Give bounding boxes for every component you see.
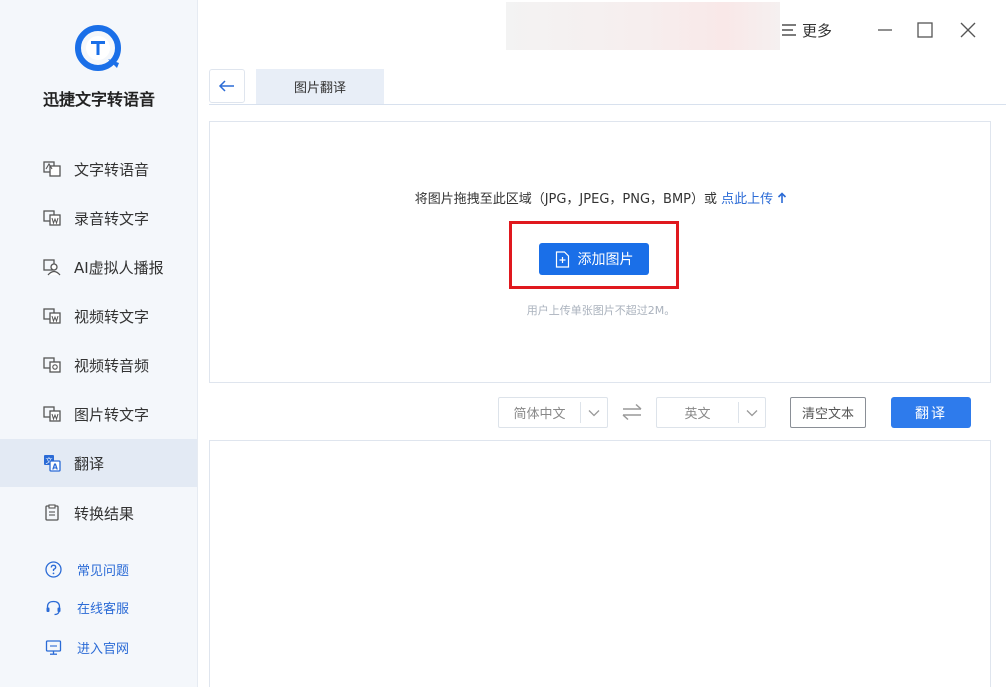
help-item-label: 在线客服 [77, 601, 130, 617]
svg-text:A: A [52, 463, 58, 472]
add-image-button[interactable]: 添加图片 [539, 243, 649, 275]
translate-icon: 文A [42, 453, 62, 473]
sidebar-item-label: 转换结果 [74, 504, 135, 523]
sidebar-item-video-to-audio[interactable]: 视频转音频 [0, 341, 197, 389]
tab-divider [209, 104, 1006, 105]
sidebar-item-label: 录音转文字 [74, 209, 150, 228]
sidebar-item-label: AI虚拟人播报 [74, 258, 164, 277]
sidebar-item-label: 图片转文字 [74, 405, 150, 424]
sidebar-item-video-to-text[interactable]: 视频转文字 [0, 292, 197, 340]
sidebar-item-results[interactable]: 转换结果 [0, 489, 197, 537]
menu-icon [782, 24, 796, 36]
results-icon [42, 503, 62, 523]
sidebar-item-image-to-text[interactable]: 图片转文字 [0, 390, 197, 438]
tab-image-translate[interactable]: 图片翻译 [256, 69, 384, 104]
sidebar-item-translate[interactable]: 文A 翻译 [0, 439, 197, 487]
help-item-label: 进入官网 [77, 641, 130, 657]
headset-icon [44, 598, 62, 616]
drop-instructions: 将图片拖拽至此区域（JPG，JPEG，PNG，BMP）或 点此上传 [210, 188, 992, 207]
video-to-audio-icon [42, 355, 62, 375]
help-item-faq[interactable]: 常见问题 [0, 554, 197, 584]
close-button[interactable] [956, 18, 980, 42]
question-icon [44, 560, 62, 578]
help-item-label: 常见问题 [77, 563, 130, 579]
sidebar: 迅捷文字转语音 文字转语音 录音转文字 AI虚拟人播报 视频转文字 视频转音频 [0, 0, 198, 687]
text-to-speech-icon [42, 159, 62, 179]
translation-result-area[interactable] [209, 440, 991, 687]
upload-link[interactable]: 点此上传 [721, 192, 787, 207]
close-icon [960, 22, 976, 38]
swap-languages-button[interactable] [620, 400, 644, 424]
clear-text-button[interactable]: 清空文本 [790, 397, 866, 428]
source-language-value: 简体中文 [513, 407, 566, 422]
arrow-up-icon [778, 192, 787, 203]
sidebar-item-ai-avatar[interactable]: AI虚拟人播报 [0, 243, 197, 291]
maximize-icon [917, 22, 933, 38]
add-file-icon [555, 250, 569, 268]
back-button[interactable] [209, 69, 245, 103]
drop-text: 将图片拖拽至此区域（JPG，JPEG，PNG，BMP）或 [414, 192, 718, 207]
chevron-down-icon [739, 397, 765, 428]
more-label: 更多 [802, 21, 833, 40]
sidebar-item-label: 翻译 [74, 454, 105, 473]
target-language-value: 英文 [684, 407, 711, 422]
minimize-icon [878, 29, 892, 31]
app-name: 迅捷文字转语音 [42, 90, 155, 109]
app-logo-icon [75, 25, 121, 71]
sidebar-item-label: 视频转文字 [74, 307, 150, 326]
video-to-text-icon [42, 306, 62, 326]
sidebar-item-label: 视频转音频 [74, 356, 150, 375]
ai-avatar-icon [42, 257, 62, 277]
source-language-select[interactable]: 简体中文 [498, 397, 608, 428]
upload-link-label: 点此上传 [721, 192, 774, 207]
image-to-text-icon [42, 404, 62, 424]
sidebar-item-text-to-speech[interactable]: 文字转语音 [0, 145, 197, 193]
chevron-down-icon [581, 397, 607, 428]
add-image-label: 添加图片 [577, 252, 634, 268]
minimize-button[interactable] [873, 18, 897, 42]
maximize-button[interactable] [913, 18, 937, 42]
upload-hint: 用户上传单张图片不超过2M。 [526, 304, 676, 317]
monitor-icon [44, 638, 62, 656]
recording-to-text-icon [42, 208, 62, 228]
swap-icon [622, 403, 642, 421]
sidebar-item-label: 文字转语音 [74, 160, 150, 179]
upload-drop-zone[interactable]: 将图片拖拽至此区域（JPG，JPEG，PNG，BMP）或 点此上传 添加图片 用… [209, 121, 991, 383]
sidebar-item-recording-to-text[interactable]: 录音转文字 [0, 194, 197, 242]
help-item-support[interactable]: 在线客服 [0, 592, 197, 622]
more-menu-button[interactable]: 更多 [780, 19, 832, 41]
target-language-select[interactable]: 英文 [656, 397, 766, 428]
help-item-website[interactable]: 进入官网 [0, 632, 197, 662]
blurred-banner [506, 2, 780, 50]
translate-button[interactable]: 翻译 [891, 397, 971, 428]
arrow-left-icon [218, 80, 234, 92]
